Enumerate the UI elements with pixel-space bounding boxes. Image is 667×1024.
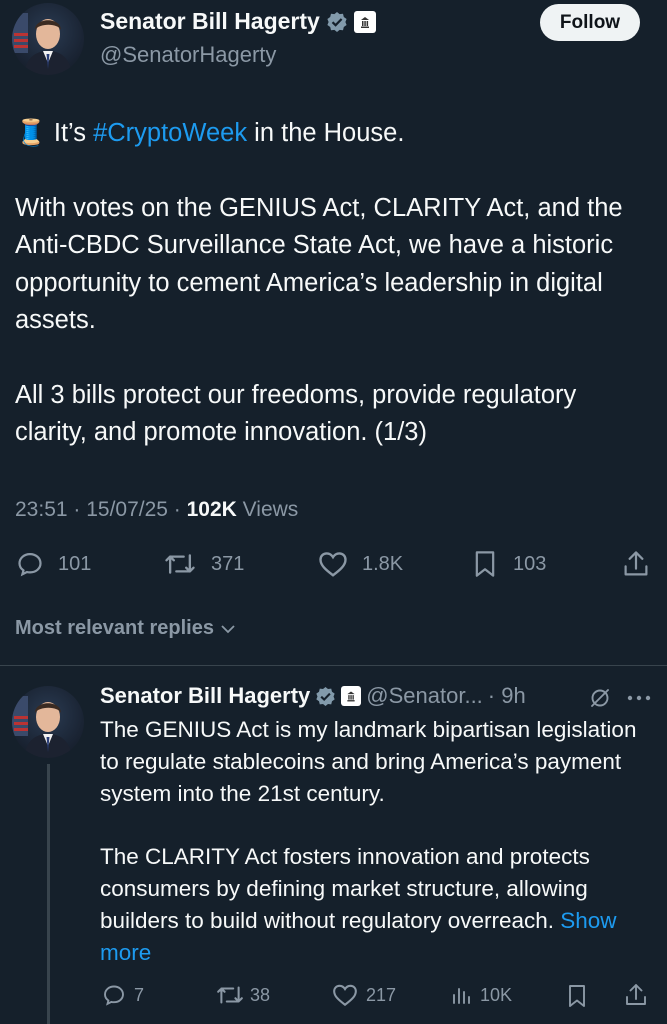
bookmark-icon — [475, 551, 495, 577]
reply-reply-button[interactable]: 7 — [102, 983, 144, 1007]
more-options-icon[interactable] — [626, 693, 652, 703]
reply-author-name[interactable]: Senator Bill Hagerty — [100, 683, 310, 709]
verified-badge-icon — [327, 11, 347, 32]
bookmark-button[interactable]: 103 — [472, 550, 546, 578]
hashtag-link[interactable]: #CryptoWeek — [93, 119, 247, 147]
reply-button[interactable]: 101 — [16, 550, 91, 578]
views-count: 102K — [186, 498, 237, 521]
replies-sort-label: Most relevant replies — [15, 617, 214, 639]
tweet-line-1: 🧵 It’s #CryptoWeek in the House. — [15, 115, 655, 153]
thread-emoji-icon: 🧵 — [15, 119, 47, 147]
reply-repost-button[interactable]: 38 — [216, 983, 270, 1007]
reply-government-affiliation-icon — [341, 686, 362, 706]
reply-verified-badge-icon — [316, 686, 335, 706]
share-button[interactable] — [622, 549, 650, 579]
tweet-paragraph-2: With votes on the GENIUS Act, CLARITY Ac… — [15, 193, 623, 335]
thread-connector-line — [47, 764, 50, 1024]
author-avatar[interactable] — [12, 3, 84, 75]
reply-views-count: 10K — [480, 984, 513, 1005]
repost-icon — [165, 554, 195, 574]
repost-count: 371 — [211, 552, 245, 575]
chevron-down-icon — [221, 624, 235, 633]
views-label: Views — [236, 498, 299, 521]
like-count: 1.8K — [362, 552, 404, 575]
reply-time[interactable]: · 9h — [488, 683, 526, 709]
follow-button[interactable]: Follow — [540, 4, 640, 41]
reply-paragraph-1: The GENIUS Act is my landmark bipartisan… — [100, 717, 637, 806]
reply-repost-count: 38 — [250, 984, 271, 1005]
reply-paragraph-2-text: The CLARITY Act fosters innovation and p… — [100, 844, 590, 933]
grok-icon[interactable] — [588, 686, 612, 710]
views-chart-icon — [453, 988, 470, 1004]
repost-button[interactable]: 371 — [164, 550, 244, 578]
share-icon — [624, 551, 648, 576]
like-button[interactable]: 1.8K — [318, 550, 403, 578]
tweet-text-prefix: It’s — [53, 119, 94, 147]
reply-author-avatar[interactable] — [12, 686, 84, 758]
reply-repost-icon — [217, 986, 243, 1004]
reply-avatar-portrait — [12, 696, 72, 758]
reply-heart-icon — [333, 984, 357, 1007]
reply-bookmark-icon[interactable] — [566, 984, 588, 1008]
reply-paragraph-2: The CLARITY Act fosters innovation and p… — [100, 841, 656, 968]
reply-icon — [18, 552, 42, 577]
reply-reply-icon — [104, 985, 124, 1006]
section-divider — [0, 665, 667, 666]
tweet-paragraph-3: All 3 bills protect our freedoms, provid… — [15, 380, 577, 447]
reply-handle[interactable]: @Senator... — [366, 683, 483, 709]
reply-reply-count: 7 — [134, 984, 145, 1005]
reply-like-count: 217 — [366, 984, 397, 1005]
reply-like-button[interactable]: 217 — [332, 983, 396, 1007]
government-affiliation-icon — [353, 10, 376, 33]
reply-header: Senator Bill Hagerty @Senator... · 9h — [100, 683, 526, 709]
reply-body: The GENIUS Act is my landmark bipartisan… — [100, 714, 656, 968]
reply-share-icon[interactable] — [624, 982, 648, 1008]
reply-count: 101 — [58, 552, 92, 575]
heart-icon — [319, 552, 347, 577]
tweet-meta: 23:51 · 15/07/25 · 102K Views — [15, 498, 298, 522]
avatar-portrait — [12, 13, 72, 75]
tweet-body: 🧵 It’s #CryptoWeek in the House. With vo… — [15, 115, 655, 452]
author-handle[interactable]: @SenatorHagerty — [100, 42, 276, 68]
author-name[interactable]: Senator Bill Hagerty — [100, 8, 320, 35]
replies-sort-dropdown[interactable]: Most relevant replies — [15, 617, 236, 640]
reply-views-button[interactable]: 10K — [450, 983, 512, 1007]
bookmark-count: 103 — [513, 552, 547, 575]
tweet-timestamp[interactable]: 23:51 · 15/07/25 · — [15, 498, 187, 521]
tweet-text-suffix: in the House. — [247, 119, 405, 147]
